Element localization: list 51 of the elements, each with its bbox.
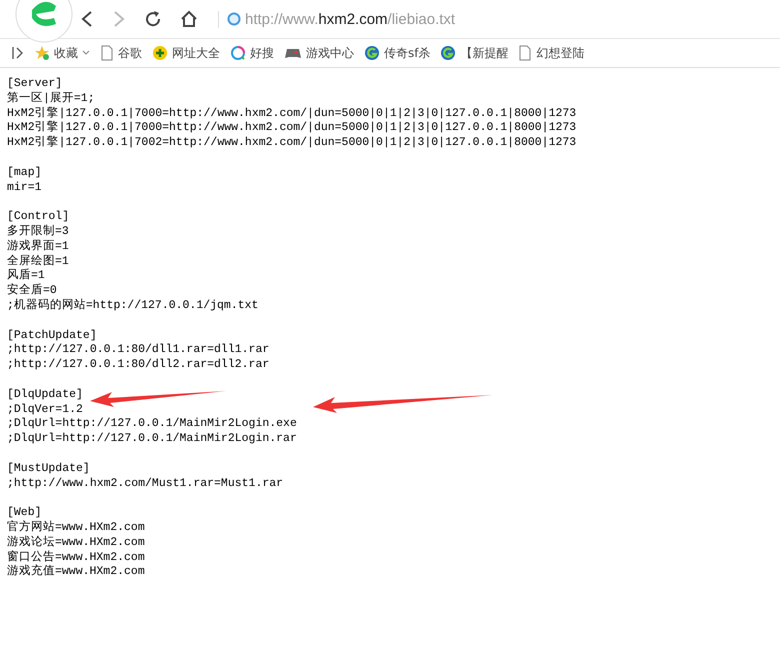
text-line: [Control] (7, 210, 70, 224)
page-icon (518, 45, 532, 61)
caret-icon (82, 50, 90, 56)
text-line: HxM2引擎|127.0.0.1|7000=http://www.hxm2.com/|dun=5000|0|1|2|3|0|127.0.0.1|8000|1273 (7, 121, 576, 136)
bookmark[interactable]: 谷歌 (100, 44, 142, 62)
bookmark[interactable]: 网址大全 (152, 44, 220, 62)
text-line: 第一区|展开=1; (7, 92, 95, 106)
text-line: 游戏充值=www.HXm2.com (7, 565, 145, 580)
bookmark[interactable]: 【新提醒 (440, 44, 508, 62)
reload-icon[interactable] (144, 10, 162, 28)
home-icon[interactable] (180, 10, 198, 28)
page-icon (100, 45, 114, 61)
text-line: ;DlqUrl=http://127.0.0.1/MainMir2Login.rar (7, 432, 297, 447)
text-line: ;DlqVer=1.2 (7, 402, 83, 418)
ring-icon (230, 45, 246, 61)
text-line: [Web] (7, 506, 42, 520)
text-line: HxM2引擎|127.0.0.1|7002=http://www.hxm2.com/|dun=5000|0|1|2|3|0|127.0.0.1|8000|1273 (7, 136, 576, 151)
text-line: 官方网站=www.HXm2.com (7, 520, 145, 536)
plus-icon (152, 45, 168, 61)
text-line: 安全盾=0 (7, 284, 57, 298)
text-line: ;DlqUrl=http://127.0.0.1/MainMir2Login.exe (7, 417, 297, 432)
sidebar-toggle-icon[interactable] (12, 46, 24, 60)
text-line: 游戏论坛=www.HXm2.com (7, 536, 145, 550)
text-line: 游戏界面=1 (7, 240, 69, 254)
star-icon (34, 45, 50, 61)
bookmark[interactable]: 好搜 (230, 44, 274, 62)
g-logo-icon (364, 45, 380, 61)
text-line: ;http://www.hxm2.com/Must1.rar=Must1.rar (7, 476, 284, 492)
g-logo-icon (440, 45, 456, 61)
text-line: 全屏绘图=1 (7, 254, 69, 268)
text-line: mir=1 (7, 180, 42, 196)
text-line: ;机器码的网站=http://127.0.0.1/jqm.txt (7, 298, 258, 314)
text-line: 风盾=1 (7, 269, 45, 284)
text-line: [DlqUpdate] (7, 388, 83, 403)
text-line: [Server] (7, 77, 62, 92)
gamepad-icon (284, 46, 302, 60)
text-line: ;http://127.0.0.1:80/dll2.rar=dll2.rar (7, 358, 270, 373)
text-line: 多开限制=3 (7, 224, 69, 240)
text-line: 窗口公告=www.HXm2.com (7, 550, 145, 564)
back-icon[interactable] (80, 10, 94, 28)
text-line: [PatchUpdate] (7, 328, 97, 344)
address-field[interactable]: http://www.hxm2.com/liebiao.txt (218, 10, 456, 28)
text-line: [map] (7, 166, 42, 181)
text-line: HxM2引擎|127.0.0.1|7000=http://www.hxm2.com/|dun=5000|0|1|2|3|0|127.0.0.1|8000|1273 (7, 106, 576, 120)
text-line: ;http://127.0.0.1:80/dll1.rar=dll1.rar (7, 343, 270, 358)
bookmark[interactable]: 收藏 (34, 44, 90, 62)
globe-icon (227, 12, 241, 26)
text-line: [MustUpdate] (7, 462, 90, 477)
bookmark[interactable]: 幻想登陆 (518, 44, 584, 62)
bookmark[interactable]: 传奇sf杀 (364, 44, 430, 62)
bookmark[interactable]: 游戏中心 (284, 44, 354, 62)
